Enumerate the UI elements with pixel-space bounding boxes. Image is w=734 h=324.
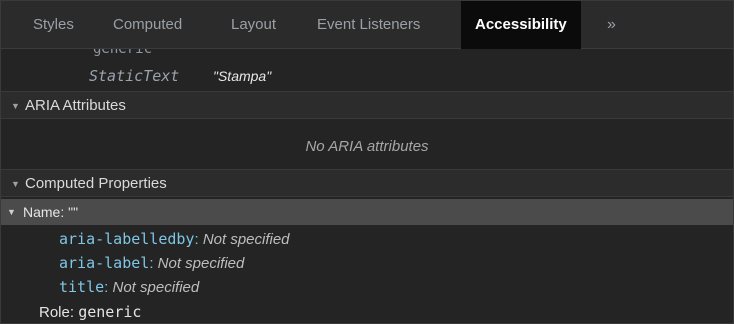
tab-computed[interactable]: Computed bbox=[113, 1, 182, 49]
property-key: aria-label bbox=[59, 254, 150, 272]
section-title: Computed Properties bbox=[25, 175, 167, 192]
tab-accessibility[interactable]: Accessibility bbox=[461, 1, 581, 49]
name-source-row: aria-labelledby: Not specified bbox=[1, 227, 733, 251]
static-text-keyword: StaticText bbox=[89, 67, 180, 85]
tab-layout[interactable]: Layout bbox=[231, 1, 276, 49]
aria-empty-message: No ARIA attributes bbox=[305, 138, 429, 155]
computed-properties-header[interactable]: ▼ Computed Properties bbox=[1, 169, 733, 197]
section-title: ARIA Attributes bbox=[25, 97, 126, 114]
name-source-row: title: Not specified bbox=[1, 275, 733, 299]
name-source-row: aria-label: Not specified bbox=[1, 251, 733, 275]
property-separator: : bbox=[194, 231, 199, 248]
property-value: Not specified bbox=[157, 255, 245, 272]
static-text-value: "Stampa" bbox=[213, 68, 272, 84]
property-value: Not specified bbox=[202, 231, 290, 248]
computed-role-row: Role: generic bbox=[1, 301, 733, 323]
accessibility-panel: Styles Computed Layout Event Listeners A… bbox=[0, 0, 734, 324]
tree-node-role: generic bbox=[93, 49, 153, 57]
sidebar-tab-bar: Styles Computed Layout Event Listeners A… bbox=[1, 1, 733, 49]
role-value: generic bbox=[78, 303, 142, 321]
role-label: Role: bbox=[39, 304, 75, 321]
property-separator: : bbox=[149, 255, 154, 272]
tab-event-listeners[interactable]: Event Listeners bbox=[317, 1, 420, 49]
triangle-down-icon: ▼ bbox=[11, 179, 20, 189]
aria-attributes-header[interactable]: ▼ ARIA Attributes bbox=[1, 91, 733, 119]
more-tabs-icon[interactable]: » bbox=[607, 1, 616, 49]
tree-node-partial: generic bbox=[1, 49, 733, 65]
property-value: Not specified bbox=[112, 279, 200, 296]
triangle-down-icon: ▼ bbox=[11, 101, 20, 111]
triangle-down-icon: ▼ bbox=[7, 207, 16, 217]
property-key: aria-labelledby bbox=[59, 230, 195, 248]
tree-node-static-text[interactable]: StaticText "Stampa" bbox=[1, 65, 733, 87]
computed-name-row[interactable]: ▼ Name: "" bbox=[1, 199, 733, 225]
tab-styles[interactable]: Styles bbox=[33, 1, 74, 49]
property-separator: : bbox=[104, 279, 109, 296]
property-key: title bbox=[59, 278, 105, 296]
name-label: Name: "" bbox=[23, 204, 79, 220]
